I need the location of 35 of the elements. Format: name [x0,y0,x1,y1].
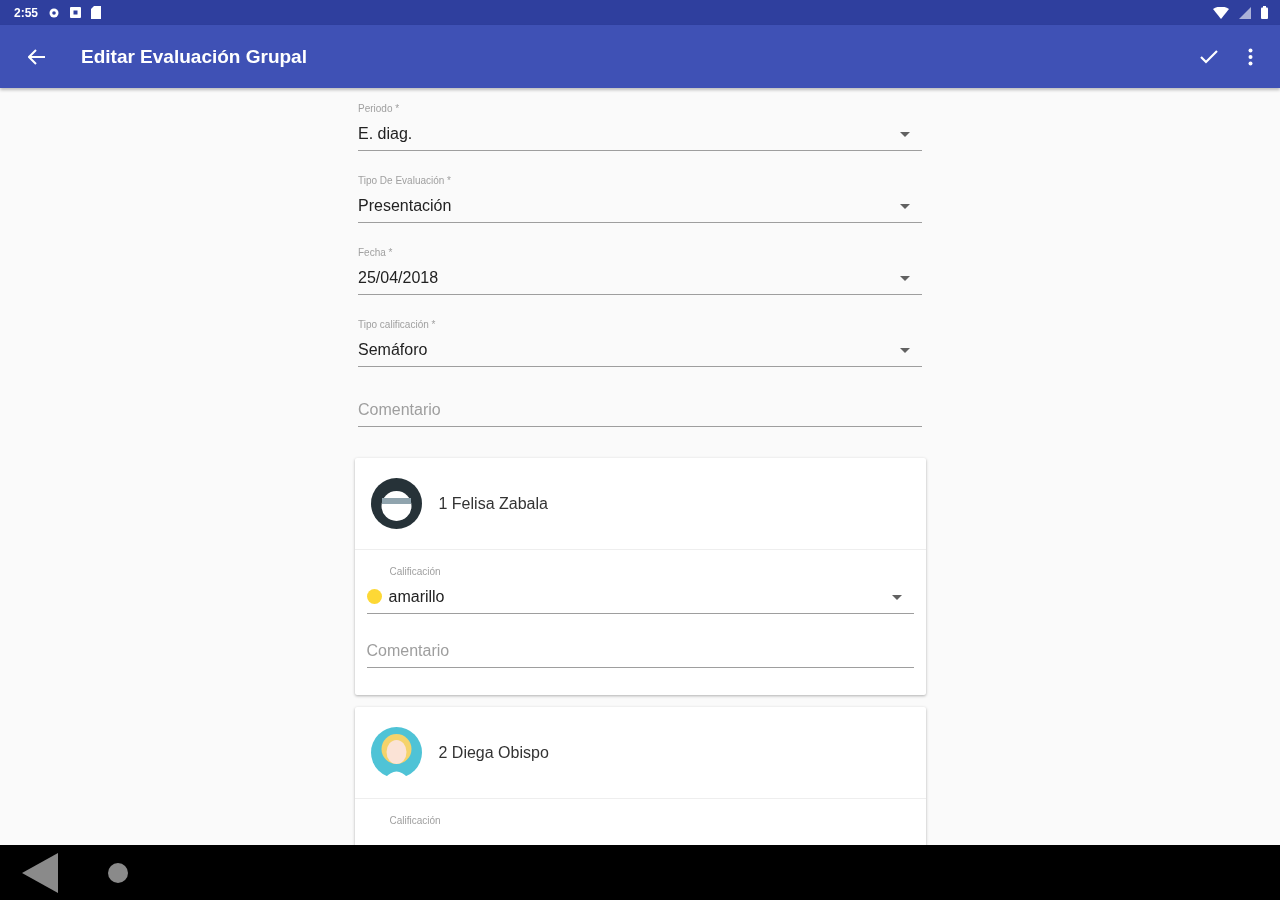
battery-icon [1261,6,1268,19]
dropdown-arrow-icon [900,204,910,209]
field-label: Fecha * [358,246,394,260]
dropdown-field[interactable]: Presentación [358,188,922,223]
field-label: Calificación [388,565,442,579]
dropdown-field[interactable]: E. diag. [358,116,922,151]
wifi-icon [1213,6,1229,19]
dropdown-field[interactable]: 25/04/2018 [358,260,922,295]
dropdown-field[interactable]: Semáforo [358,332,922,367]
clock: 2:55 [14,5,39,20]
dropdown-arrow-icon [891,595,902,600]
dropdown-arrow-icon [900,132,910,137]
field-label: Periodo * [358,102,401,116]
triangle-icon [22,852,58,893]
circle-icon [108,862,128,883]
more-icon [1247,47,1253,66]
field-label: Calificación [388,814,442,828]
dropdown-arrow-icon [900,348,910,353]
square-icon [70,7,82,18]
dropdown-field[interactable]: amarillo [366,579,914,614]
sd-card-icon [91,6,102,19]
avatar-icon [370,478,422,529]
back-nav-button[interactable] [22,852,58,893]
signal-icon [1239,6,1251,19]
checkmark-icon [1200,49,1218,64]
field-label: Tipo calificación * [358,318,437,332]
home-nav-button[interactable] [108,862,128,883]
dropdown-arrow-icon [900,276,910,281]
student-name: 1 Felisa Zabala [438,494,548,513]
screen-title: Editar Evaluación Grupal [81,45,308,68]
student-name: 2 Diega Obispo [438,743,549,762]
gear-icon [48,6,61,19]
field-label: Tipo De Evaluación * [358,174,452,188]
avatar-icon [370,727,422,778]
back-arrow-icon [28,48,46,65]
